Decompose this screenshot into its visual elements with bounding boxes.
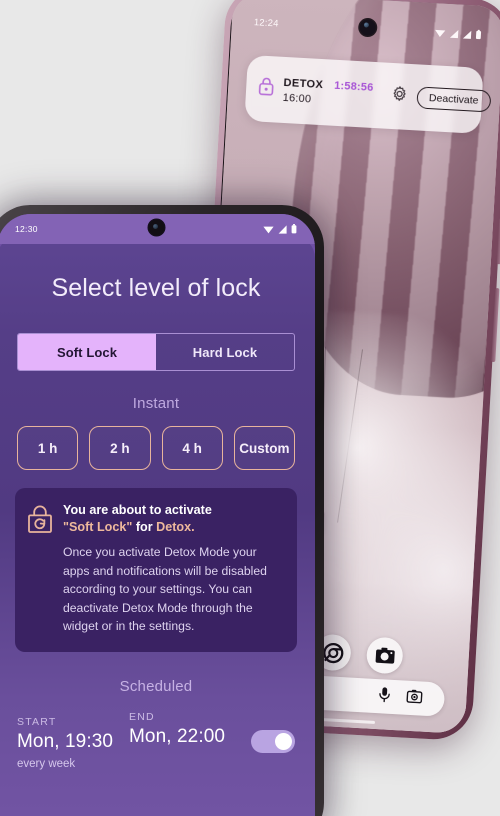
schedule-end-column[interactable]: END Mon, 22:00 (129, 711, 225, 770)
activation-warning-card: You are about to activate "Soft Lock" fo… (15, 488, 297, 652)
lock-level-segmented-control[interactable]: Soft Lock Hard Lock (17, 333, 295, 371)
duration-chip-group: 1 h 2 h 4 h Custom (17, 426, 295, 470)
duration-chip-1h[interactable]: 1 h (17, 426, 79, 470)
schedule-start-label: START (17, 715, 57, 728)
deactivate-button[interactable]: Deactivate (416, 86, 492, 113)
widget-top-row: DETOX 1:58:56 (283, 76, 374, 93)
back-status-time: 12:24 (253, 16, 279, 30)
lock-timer-icon (27, 502, 53, 636)
front-status-icons (263, 224, 297, 234)
front-phone-screen: 12:30 Select level of lock Soft Lock Har… (0, 214, 315, 816)
screenshot-stage: 12:24 DETOX 1:58:56 16:00 Deactivate 12:… (0, 0, 500, 816)
warning-app-target: Detox. (156, 520, 195, 534)
warning-body-text: Once you activate Detox Mode your apps a… (63, 545, 267, 634)
warning-lock-name: "Soft Lock" (63, 520, 133, 534)
instant-section-heading: Instant (132, 395, 180, 412)
front-front-camera (149, 220, 164, 235)
signal-icon (462, 30, 472, 39)
schedule-end-value[interactable]: Mon, 22:00 (129, 726, 225, 748)
schedule-row: START Mon, 19:30 every week END Mon, 22:… (17, 711, 295, 770)
warning-for-word: for (132, 520, 157, 534)
wifi-icon (263, 226, 274, 233)
schedule-toggle[interactable] (251, 729, 295, 753)
schedule-start-value[interactable]: Mon, 19:30 (17, 731, 129, 753)
widget-app-name: DETOX (283, 76, 324, 91)
camera-icon[interactable] (365, 636, 404, 675)
detox-widget[interactable]: DETOX 1:58:56 16:00 Deactivate (244, 54, 492, 134)
padlock-icon (258, 77, 275, 102)
front-phone-device: 12:30 Select level of lock Soft Lock Har… (0, 205, 324, 816)
tab-hard-lock[interactable]: Hard Lock (156, 334, 294, 370)
detox-app-screen: Select level of lock Soft Lock Hard Lock… (0, 236, 315, 816)
toggle-knob (275, 732, 292, 750)
wifi-icon (435, 29, 446, 37)
battery-icon (291, 224, 297, 234)
battery-icon (475, 29, 482, 40)
front-status-time: 12:30 (15, 224, 38, 234)
tab-soft-lock[interactable]: Soft Lock (18, 334, 156, 370)
warning-headline: You are about to activate (63, 503, 212, 517)
widget-text-block: DETOX 1:58:56 16:00 (282, 76, 373, 108)
schedule-repeat-value: every week (17, 757, 76, 770)
widget-clock: 16:00 (282, 91, 312, 105)
schedule-end-label: END (129, 710, 155, 723)
duration-chip-custom[interactable]: Custom (233, 426, 295, 470)
duration-chip-2h[interactable]: 2 h (89, 426, 151, 470)
schedule-start-column[interactable]: START Mon, 19:30 every week (17, 716, 129, 770)
gear-icon[interactable] (390, 85, 408, 108)
signal-icon (449, 29, 459, 38)
warning-subheadline: "Soft Lock" for Detox. (63, 519, 283, 536)
widget-countdown: 1:58:56 (333, 79, 374, 94)
scheduled-section-heading: Scheduled (119, 677, 193, 695)
google-lens-icon[interactable] (406, 688, 423, 708)
microphone-icon[interactable] (378, 686, 391, 708)
warning-text-block: You are about to activate "Soft Lock" fo… (63, 502, 283, 636)
page-title: Select level of lock (51, 274, 261, 302)
duration-chip-4h[interactable]: 4 h (161, 426, 223, 470)
signal-icon (278, 224, 287, 234)
back-status-icons (434, 27, 482, 40)
